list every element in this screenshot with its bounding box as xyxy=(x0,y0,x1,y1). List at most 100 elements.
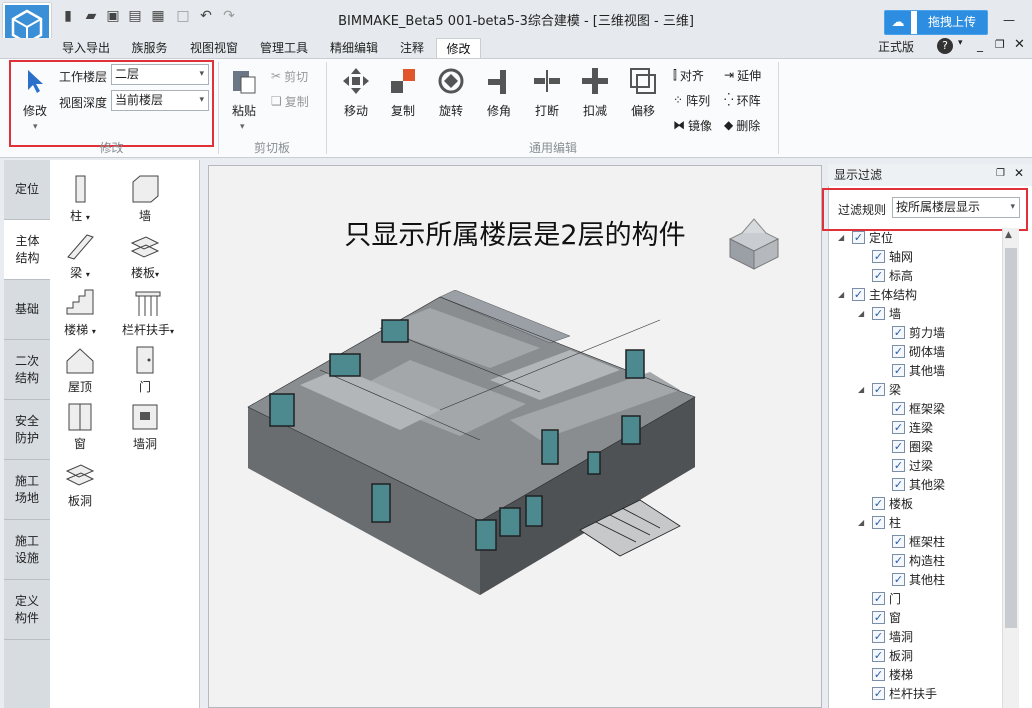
tree-node[interactable]: ✓ 圈梁 xyxy=(878,437,933,456)
modify-dropdown-icon[interactable]: ▾ xyxy=(33,122,38,132)
panel-pin-icon[interactable]: ❐ xyxy=(996,168,1005,179)
column-dropdown-icon[interactable]: ▾ xyxy=(86,213,90,222)
tree-checkbox[interactable]: ✓ xyxy=(872,250,885,263)
tool-beam[interactable]: 梁 ▾ xyxy=(50,231,110,281)
menu-annotate[interactable]: 注释 xyxy=(392,38,432,58)
paste-dropdown-icon[interactable]: ▾ xyxy=(240,122,245,132)
tree-checkbox[interactable]: ✓ xyxy=(892,326,905,339)
undo-icon[interactable]: ↶ xyxy=(198,8,214,24)
tree-node[interactable]: ✓ 窗 xyxy=(858,608,901,627)
tab-safety[interactable]: 安全防护 xyxy=(4,400,50,460)
tree-node[interactable]: ✓ 剪力墙 xyxy=(878,323,945,342)
tab-foundation[interactable]: 基础 xyxy=(4,280,50,340)
copy-button[interactable]: 复制 xyxy=(383,66,423,119)
tree-node[interactable]: ✓ 构造柱 xyxy=(878,551,945,570)
doc-min-button[interactable]: _ xyxy=(977,38,983,52)
expand-toggle-icon[interactable]: ◢ xyxy=(858,385,870,394)
paste-button[interactable]: 粘贴 xyxy=(226,66,262,119)
blank-icon[interactable]: □ xyxy=(175,8,191,24)
tree-checkbox[interactable]: ✓ xyxy=(872,269,885,282)
tree-checkbox[interactable]: ✓ xyxy=(892,345,905,358)
filter-tree-scrollbar[interactable]: ▲ xyxy=(1002,228,1019,708)
tab-secondary-structure[interactable]: 二次结构 xyxy=(4,340,50,400)
expand-toggle-icon[interactable]: ◢ xyxy=(858,518,870,527)
panel-close-icon[interactable]: ✕ xyxy=(1014,166,1024,180)
close-doc-icon[interactable]: ▦ xyxy=(150,8,166,24)
doc-close-button[interactable]: ✕ xyxy=(1014,37,1025,52)
tab-facility[interactable]: 施工设施 xyxy=(4,520,50,580)
tool-wall-opening[interactable]: 墙洞 xyxy=(115,402,175,452)
doc-restore-button[interactable]: ❐ xyxy=(995,38,1005,51)
modify-button[interactable]: 修改 xyxy=(18,66,52,119)
tree-checkbox[interactable]: ✓ xyxy=(872,307,885,320)
tree-checkbox[interactable]: ✓ xyxy=(872,383,885,396)
beam-dropdown-icon[interactable]: ▾ xyxy=(86,270,90,279)
tree-node[interactable]: ✓ 板洞 xyxy=(858,646,913,665)
menu-modify[interactable]: 修改 xyxy=(436,38,481,58)
subtract-button[interactable]: 扣减 xyxy=(575,66,615,119)
window-min-button[interactable]: — xyxy=(1003,13,1015,27)
move-button[interactable]: 移动 xyxy=(336,66,376,119)
view-depth-select[interactable]: 当前楼层 xyxy=(111,90,209,111)
tree-node[interactable]: ◢ ✓ 梁 xyxy=(858,380,901,399)
scroll-up-icon[interactable]: ▲ xyxy=(1005,230,1012,240)
tree-checkbox[interactable]: ✓ xyxy=(872,687,885,700)
cut-button[interactable]: ✂ 剪切 xyxy=(271,67,308,85)
stairs-dropdown-icon[interactable]: ▾ xyxy=(92,327,96,336)
scroll-thumb[interactable] xyxy=(1005,248,1017,628)
tree-node[interactable]: ✓ 楼板 xyxy=(858,494,913,513)
building-3d-model[interactable] xyxy=(240,290,700,605)
filter-rule-select[interactable]: 按所属楼层显示 xyxy=(892,197,1020,218)
tree-node[interactable]: ✓ 砌体墙 xyxy=(878,342,945,361)
open-icon[interactable]: ▰ xyxy=(83,8,99,24)
tree-checkbox[interactable]: ✓ xyxy=(852,288,865,301)
tree-node[interactable]: ✓ 楼梯 xyxy=(858,665,913,684)
tree-node[interactable]: ✓ 框架梁 xyxy=(878,399,945,418)
extend-button[interactable]: ⇥ 延伸 xyxy=(724,66,761,84)
tree-checkbox[interactable]: ✓ xyxy=(872,516,885,529)
tree-checkbox[interactable]: ✓ xyxy=(872,497,885,510)
help-dropdown-icon[interactable]: ▾ xyxy=(958,38,963,48)
tool-wall[interactable]: 墙 xyxy=(115,174,175,224)
upload-button[interactable]: ☁ 拖拽上传 xyxy=(884,10,988,35)
array-button[interactable]: ⁘ 阵列 xyxy=(673,91,710,109)
tool-slab-opening[interactable]: 板洞 xyxy=(50,459,110,509)
railing-dropdown-icon[interactable]: ▾ xyxy=(170,327,174,336)
work-floor-select[interactable]: 二层 xyxy=(111,64,209,85)
tree-checkbox[interactable]: ✓ xyxy=(892,573,905,586)
tree-node[interactable]: ✓ 墙洞 xyxy=(858,627,913,646)
tab-main-structure[interactable]: 主体结构 xyxy=(4,220,51,280)
ring-array-button[interactable]: ⁛ 环阵 xyxy=(724,91,761,109)
tree-checkbox[interactable]: ✓ xyxy=(892,421,905,434)
tree-checkbox[interactable]: ✓ xyxy=(872,668,885,681)
break-button[interactable]: 打断 xyxy=(527,66,567,119)
tree-node[interactable]: ✓ 其他墙 xyxy=(878,361,945,380)
tree-node[interactable]: ✓ 其他梁 xyxy=(878,475,945,494)
rotate-button[interactable]: 旋转 xyxy=(431,66,471,119)
tool-railing[interactable]: 栏杆扶手▾ xyxy=(115,288,181,338)
tree-checkbox[interactable]: ✓ xyxy=(872,611,885,624)
align-button[interactable]: ⫿ 对齐 xyxy=(673,66,704,84)
tree-node[interactable]: ◢ ✓ 柱 xyxy=(858,513,901,532)
tree-checkbox[interactable]: ✓ xyxy=(872,630,885,643)
tree-node[interactable]: ✓ 连梁 xyxy=(878,418,933,437)
tab-positioning[interactable]: 定位 xyxy=(4,160,50,220)
expand-toggle-icon[interactable]: ◢ xyxy=(838,233,850,242)
new-icon[interactable]: ▮ xyxy=(60,8,76,24)
menu-family-service[interactable]: 族服务 xyxy=(122,38,177,58)
offset-button[interactable]: 偏移 xyxy=(623,66,663,119)
tree-checkbox[interactable]: ✓ xyxy=(892,554,905,567)
tool-roof[interactable]: 屋顶 xyxy=(50,345,110,395)
tree-node[interactable]: ✓ 其他柱 xyxy=(878,570,945,589)
tree-node[interactable]: ◢ ✓ 墙 xyxy=(858,304,901,323)
tree-checkbox[interactable]: ✓ xyxy=(892,364,905,377)
tool-window[interactable]: 窗 xyxy=(50,402,110,452)
tree-checkbox[interactable]: ✓ xyxy=(892,535,905,548)
delete-button[interactable]: ◆ 删除 xyxy=(724,116,760,134)
menu-fine-edit[interactable]: 精细编辑 xyxy=(322,38,386,58)
tree-node[interactable]: ✓ 栏杆扶手 xyxy=(858,684,937,703)
tab-custom-component[interactable]: 定义构件 xyxy=(4,580,50,640)
tree-checkbox[interactable]: ✓ xyxy=(892,478,905,491)
tab-site[interactable]: 施工场地 xyxy=(4,460,50,520)
tree-node[interactable]: ✓ 框架柱 xyxy=(878,532,945,551)
